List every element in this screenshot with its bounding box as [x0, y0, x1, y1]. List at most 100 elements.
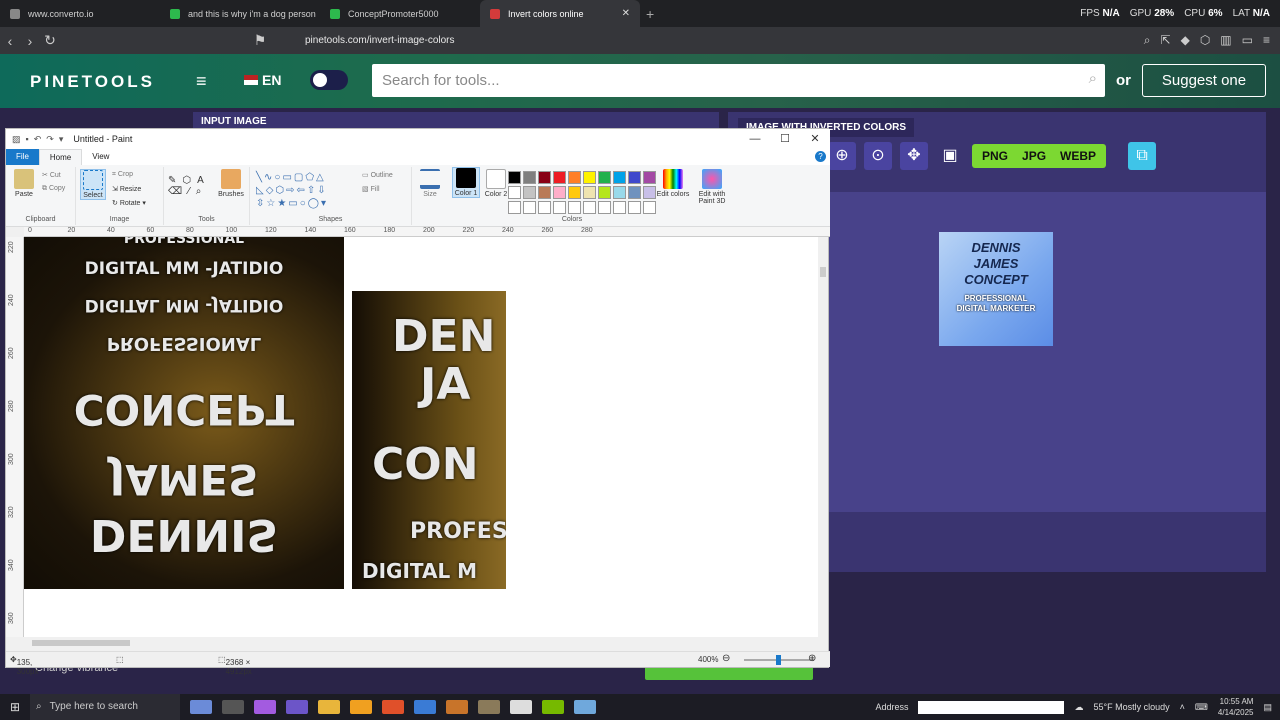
horizontal-scrollbar[interactable] — [24, 637, 820, 649]
color-swatch[interactable] — [508, 171, 521, 184]
app-icon[interactable] — [414, 700, 436, 714]
taskbar-search[interactable]: ⌕ Type here to search — [30, 694, 180, 720]
file-explorer-icon[interactable] — [318, 700, 340, 714]
color-swatch[interactable] — [583, 201, 596, 214]
keyboard-icon[interactable]: ⌨ — [1195, 702, 1208, 713]
sidebar-icon[interactable]: ▥ — [1220, 33, 1231, 48]
search-icon[interactable]: ⌕ — [1089, 70, 1097, 87]
tool-search-input[interactable]: Search for tools... ⌕ — [372, 64, 1105, 97]
color-swatch[interactable] — [568, 171, 581, 184]
copilot-icon[interactable] — [254, 700, 276, 714]
zoom-slider-thumb[interactable] — [776, 655, 781, 665]
color-swatch[interactable] — [628, 201, 641, 214]
color-swatch[interactable] — [523, 201, 536, 214]
zoom-icon[interactable]: ⌕ — [1144, 33, 1151, 48]
color2-button[interactable]: Color 2 — [482, 169, 510, 198]
task-view-icon[interactable] — [222, 700, 244, 714]
color-swatch[interactable] — [568, 201, 581, 214]
resize-button[interactable]: ⇲ Resize — [112, 185, 141, 193]
crop-button[interactable]: ⌗ Crop — [112, 171, 133, 179]
hamburger-menu-icon[interactable]: ≡ — [196, 71, 207, 92]
color-swatch[interactable] — [538, 201, 551, 214]
app-icon[interactable] — [478, 700, 500, 714]
color-swatch[interactable] — [553, 186, 566, 199]
close-tab-icon[interactable]: ✕ — [622, 8, 630, 19]
color-swatch[interactable] — [613, 186, 626, 199]
webp-button[interactable]: WEBP — [1060, 149, 1096, 163]
zoom-out-icon[interactable]: ⊖ — [722, 653, 730, 664]
edit-colors-button[interactable]: Edit colors — [656, 169, 690, 198]
color-swatch[interactable] — [553, 171, 566, 184]
color-swatch[interactable] — [523, 171, 536, 184]
brave-icon[interactable] — [382, 700, 404, 714]
save-icon[interactable]: ▣ — [936, 142, 964, 170]
color-swatch[interactable] — [598, 201, 611, 214]
tab-view[interactable]: View — [82, 149, 119, 165]
color1-button[interactable]: Color 1 — [452, 167, 480, 198]
undo-icon[interactable]: ↶ — [34, 134, 42, 145]
color-swatch[interactable] — [598, 186, 611, 199]
tab-home[interactable]: Home — [38, 148, 83, 166]
scroll-thumb[interactable] — [32, 640, 130, 646]
move-icon[interactable]: ✥ — [900, 142, 928, 170]
paint-taskbar-icon[interactable] — [574, 700, 596, 714]
app-icon[interactable] — [446, 700, 468, 714]
maximize-icon[interactable]: ☐ — [770, 129, 800, 149]
browser-tab[interactable]: ConceptPromoter5000 — [320, 0, 480, 27]
url-field[interactable]: pinetools.com/invert-image-colors — [305, 35, 455, 46]
cut-button[interactable]: ✂ Cut — [42, 171, 61, 179]
zoom-slider[interactable] — [744, 655, 814, 665]
weather-text[interactable]: 55°F Mostly cloudy — [1093, 702, 1169, 712]
jpg-button[interactable]: JPG — [1022, 149, 1046, 163]
browser-tab[interactable]: and this is why i'm a dog person — [160, 0, 320, 27]
vertical-scrollbar[interactable] — [818, 237, 828, 637]
color-swatch[interactable] — [583, 186, 596, 199]
zoom-in-icon[interactable]: ⊕ — [808, 653, 816, 664]
app-icon[interactable] — [350, 700, 372, 714]
copy-button[interactable]: ⧉ Copy — [42, 185, 65, 193]
paint-app-icon[interactable]: ▨ — [12, 134, 21, 145]
close-icon[interactable]: ✕ — [800, 129, 830, 149]
zoom-in-icon[interactable]: ⊕ — [828, 142, 856, 170]
customize-qa-icon[interactable]: ▾ — [59, 134, 64, 145]
paste-button[interactable]: Paste — [10, 169, 38, 198]
site-logo[interactable]: PINETOOLS — [30, 72, 155, 92]
language-selector[interactable]: EN — [244, 72, 281, 88]
cortana-icon[interactable] — [190, 700, 212, 714]
save-icon[interactable]: ▪ — [26, 134, 29, 145]
tray-chevron-icon[interactable]: ˄ — [1180, 702, 1185, 712]
redo-icon[interactable]: ↷ — [46, 134, 54, 145]
color-swatch[interactable] — [613, 171, 626, 184]
copy-icon[interactable]: ⧉ — [1128, 142, 1157, 170]
color-swatch[interactable] — [613, 201, 626, 214]
notifications-icon[interactable]: ▤ — [1263, 702, 1272, 713]
nvidia-icon[interactable] — [542, 700, 564, 714]
color-swatch[interactable] — [628, 186, 641, 199]
address-toolbar-input[interactable] — [918, 700, 1065, 714]
color-swatch[interactable] — [538, 186, 551, 199]
zoom-reset-icon[interactable]: ⊙ — [864, 142, 892, 170]
browser-tab-active[interactable]: Invert colors online ✕ — [480, 0, 640, 27]
color-swatch[interactable] — [628, 171, 641, 184]
size-button[interactable]: Size — [416, 169, 444, 198]
menu-icon[interactable]: ≡ — [1263, 33, 1270, 48]
rotate-button[interactable]: ↻ Rotate ▾ — [112, 199, 146, 207]
color-swatch[interactable] — [538, 171, 551, 184]
extensions-icon[interactable]: ⬡ — [1200, 33, 1210, 48]
new-tab-button[interactable]: + — [646, 6, 654, 22]
png-button[interactable]: PNG — [982, 149, 1008, 163]
color-swatch[interactable] — [553, 201, 566, 214]
paint3d-button[interactable]: Edit with Paint 3D — [692, 169, 732, 205]
brave-shield-icon[interactable]: ◆ — [1181, 33, 1190, 48]
back-icon[interactable]: ‹ — [0, 33, 20, 49]
color-swatch[interactable] — [508, 186, 521, 199]
reload-icon[interactable]: ↻ — [40, 32, 60, 49]
select-button[interactable]: Select — [80, 169, 106, 200]
browser-tab[interactable]: www.converto.io — [0, 0, 160, 27]
shape-icons[interactable]: ╲∿○▭▢⬠△ ◺◇⬡⇨⇦⇧⇩ ⇳☆★▭○◯▾ — [256, 171, 328, 210]
suggest-button[interactable]: Suggest one — [1142, 64, 1266, 97]
media-player-icon[interactable] — [510, 700, 532, 714]
color-swatch[interactable] — [568, 186, 581, 199]
wallet-icon[interactable]: ▭ — [1242, 33, 1253, 48]
paint-canvas[interactable]: PROFESSIONAL DIGITAL MM -JATIDIO DIGITAL… — [24, 237, 820, 637]
